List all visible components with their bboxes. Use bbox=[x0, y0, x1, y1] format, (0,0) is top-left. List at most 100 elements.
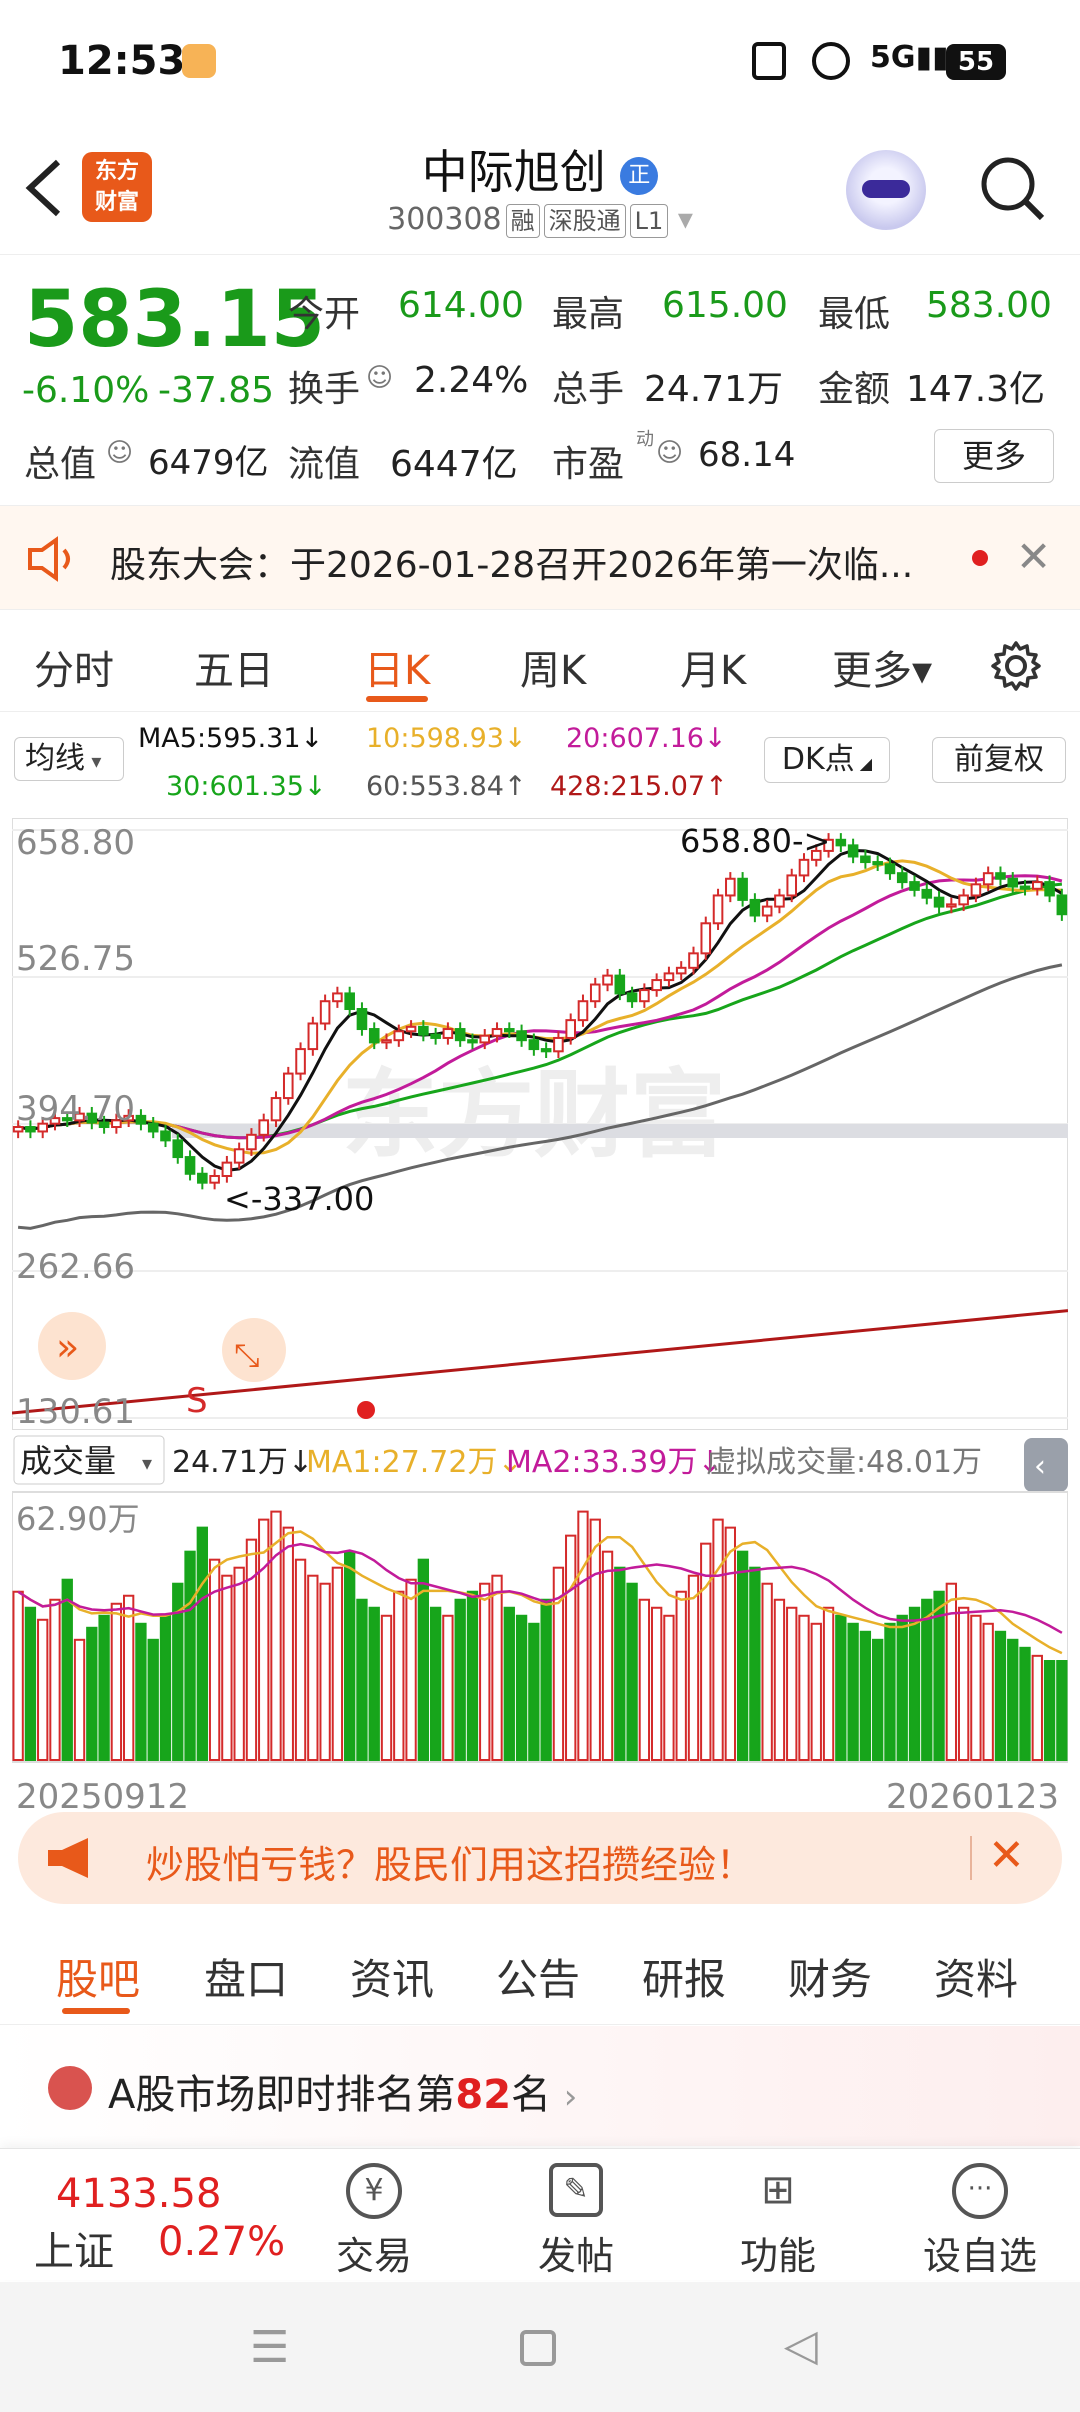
volume-bar-down bbox=[1056, 1660, 1068, 1762]
volume-now: 24.71万↓ bbox=[172, 1445, 313, 1480]
tab-news[interactable]: 资讯 bbox=[350, 1946, 434, 2007]
tab-daily-k[interactable]: 日K bbox=[364, 638, 430, 696]
ad-banner[interactable]: 炒股怕亏钱？股民们用这招攒经验！ ✕ bbox=[18, 1812, 1062, 1904]
tab-five-day[interactable]: 五日 bbox=[194, 638, 274, 696]
mktcap-value: 6479亿 bbox=[148, 443, 269, 483]
volume-bar-up bbox=[957, 1606, 970, 1762]
volume-bar-down bbox=[454, 1598, 466, 1761]
adjust-button[interactable]: 前复权 bbox=[932, 737, 1066, 783]
info-icon[interactable]: ☺ bbox=[656, 438, 683, 468]
trade-button[interactable]: ¥ 交易 bbox=[294, 2163, 454, 2280]
ma-selector[interactable]: 均线 ▾ bbox=[14, 737, 124, 781]
volume-bar-up bbox=[663, 1614, 675, 1761]
dropdown-caret-icon: ▾ bbox=[677, 202, 693, 237]
notice-banner[interactable]: 股东大会：于2026-01-28召开2026年第一次临... ✕ bbox=[0, 505, 1080, 610]
volume-value: 24.71万 bbox=[644, 369, 784, 410]
info-icon[interactable]: ☺ bbox=[366, 363, 393, 393]
home-icon[interactable] bbox=[520, 2330, 556, 2366]
volume-bar-up bbox=[601, 1550, 614, 1761]
volume-bar-up bbox=[650, 1606, 663, 1762]
candle-up bbox=[602, 974, 613, 986]
tab-profile[interactable]: 资料 bbox=[934, 1946, 1018, 2007]
kline-chart[interactable]: 东方财富 658.80 526.75 394.70 262.66 130.61 … bbox=[12, 818, 1068, 1818]
close-icon[interactable]: ✕ bbox=[1016, 532, 1051, 581]
volume-bar-up bbox=[945, 1582, 958, 1762]
pe-value: 68.14 bbox=[698, 435, 796, 475]
pe-sup: 动 bbox=[636, 429, 654, 450]
search-icon[interactable] bbox=[978, 154, 1048, 224]
rank-banner[interactable]: A股市场即时排名第82名 › bbox=[0, 2026, 1080, 2146]
expand-left-icon[interactable]: » bbox=[38, 1312, 106, 1380]
kline-tabs: 分时 五日 日K 周K 月K 更多▾ bbox=[0, 612, 1080, 712]
open-value: 614.00 bbox=[398, 285, 524, 326]
tab-research[interactable]: 研报 bbox=[642, 1946, 726, 2007]
svg-text:»: » bbox=[56, 1325, 79, 1369]
more-button[interactable]: 更多 bbox=[934, 429, 1054, 483]
tab-more[interactable]: 更多▾ bbox=[832, 638, 932, 696]
index-change: 0.27% bbox=[158, 2219, 286, 2265]
candle-down bbox=[995, 872, 1006, 880]
tab-financials[interactable]: 财务 bbox=[788, 1946, 872, 2007]
candle-down bbox=[933, 896, 945, 908]
volume-bar-up bbox=[491, 1574, 503, 1761]
post-button[interactable]: ✎ 发帖 bbox=[496, 2163, 656, 2280]
active-tab-underline bbox=[62, 2008, 130, 2014]
menu-icon[interactable]: ☰ bbox=[250, 2322, 289, 2373]
system-nav-bar: ☰ ◁ bbox=[0, 2282, 1080, 2412]
volume-bar-down bbox=[847, 1622, 859, 1762]
collapse-tab[interactable] bbox=[1024, 1438, 1068, 1492]
candle-up bbox=[958, 894, 969, 906]
virtual-volume: 虚拟成交量:48.01万 bbox=[706, 1445, 982, 1480]
candle-down bbox=[454, 1028, 466, 1042]
tab-weekly-k[interactable]: 周K bbox=[520, 638, 586, 696]
settings-gear-icon[interactable] bbox=[990, 640, 1042, 692]
candle-down bbox=[160, 1130, 171, 1142]
candle-up bbox=[307, 1022, 319, 1051]
volume-bar-up bbox=[724, 1526, 736, 1761]
watchlist-button[interactable]: ··· 设自选 bbox=[900, 2163, 1060, 2280]
volume-bar-up bbox=[245, 1538, 258, 1762]
turnover-label: 换手 bbox=[288, 369, 361, 410]
tab-monthly-k[interactable]: 月K bbox=[680, 638, 746, 696]
divider bbox=[970, 1836, 972, 1880]
max-marker: 658.80-> bbox=[680, 822, 830, 860]
volume-bar-up bbox=[12, 1590, 24, 1761]
rank-prefix: A股市场即时排名第 bbox=[108, 2072, 456, 2118]
volume-bar-up bbox=[393, 1590, 405, 1761]
ma5-value: MA5:595.31↓ bbox=[138, 723, 324, 754]
tab-intraday[interactable]: 分时 bbox=[34, 638, 114, 696]
fullscreen-icon[interactable]: ⤡ bbox=[222, 1318, 286, 1382]
status-time: 12:53 bbox=[58, 38, 186, 84]
tab-order-book[interactable]: 盘口 bbox=[204, 1946, 288, 2007]
volume-selector[interactable]: 成交量 bbox=[20, 1442, 116, 1480]
assistant-avatar-icon[interactable] bbox=[846, 150, 926, 230]
back-triangle-icon[interactable]: ◁ bbox=[784, 2320, 818, 2371]
badge-icon: 正 bbox=[620, 156, 659, 195]
tab-announcements[interactable]: 公告 bbox=[496, 1946, 580, 2007]
candle-up bbox=[651, 979, 662, 992]
mktcap-label: 总值 bbox=[24, 444, 97, 485]
candle-down bbox=[1056, 894, 1068, 916]
close-icon[interactable]: ✕ bbox=[988, 1830, 1025, 1881]
info-icon[interactable]: ☺ bbox=[106, 438, 133, 468]
low-label: 最低 bbox=[818, 294, 891, 335]
volume-bar-up bbox=[786, 1606, 798, 1762]
function-label: 功能 bbox=[739, 2234, 816, 2278]
unread-dot bbox=[972, 550, 988, 566]
tag-level: L1 bbox=[629, 204, 669, 238]
candle-up bbox=[270, 1097, 282, 1122]
candle-down bbox=[921, 888, 933, 899]
dk-button[interactable]: DK点 ◢ bbox=[764, 737, 890, 783]
candle-up bbox=[663, 972, 675, 982]
volume-bar-down bbox=[994, 1630, 1007, 1761]
ma10-value: 10:598.93↓ bbox=[366, 723, 527, 754]
candle-up bbox=[553, 1036, 564, 1053]
candle-down bbox=[835, 838, 847, 847]
tab-forum[interactable]: 股吧 bbox=[56, 1946, 140, 2007]
volume-bar-up bbox=[589, 1518, 601, 1762]
index-ticker[interactable]: 4133.58 上证 0.27% bbox=[30, 2159, 290, 2275]
y-label-4: 262.66 bbox=[16, 1247, 135, 1287]
grid-icon: ⊞ bbox=[761, 2167, 795, 2213]
function-button[interactable]: ⊞ 功能 bbox=[698, 2163, 858, 2280]
volume-bar-down bbox=[921, 1598, 933, 1761]
